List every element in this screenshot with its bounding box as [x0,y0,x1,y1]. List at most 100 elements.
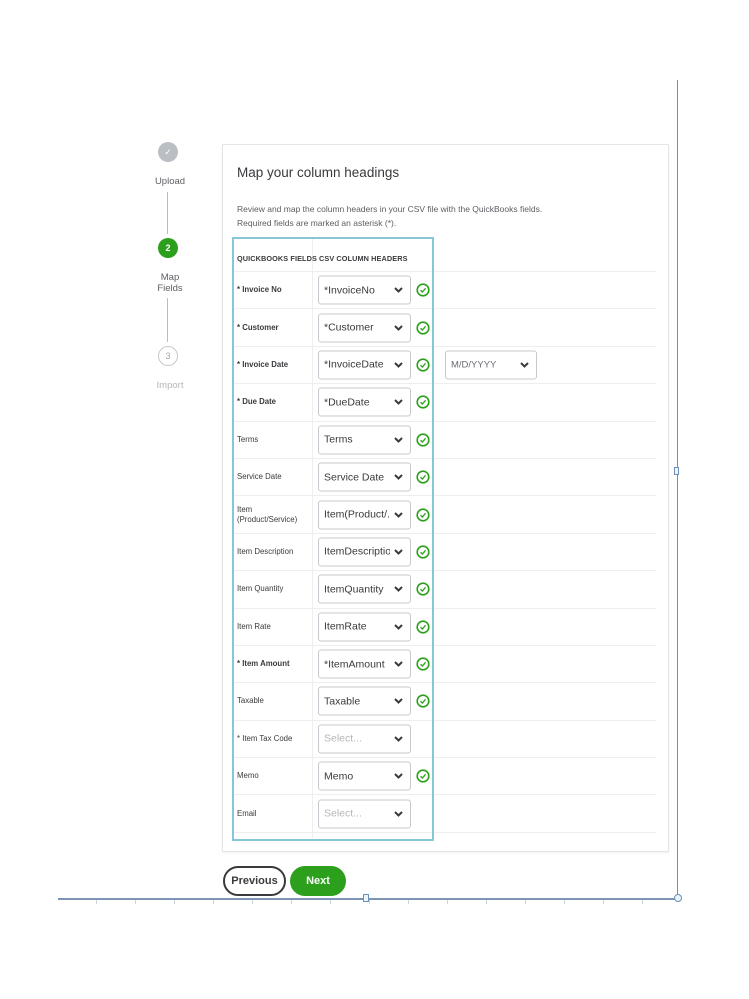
select-value: *Customer [324,321,374,334]
csv-column-select[interactable]: Taxable [318,686,411,716]
check-circle-icon [416,395,430,409]
select-value: *InvoiceNo [324,284,375,297]
previous-button[interactable]: Previous [223,866,286,896]
table-row: Taxable Taxable [234,683,656,721]
table-row: Item Description ItemDescription [234,534,656,572]
check-circle-icon [416,657,430,671]
chevron-down-icon [390,399,406,406]
quickbooks-field-label: * Due Date [237,397,276,407]
csv-column-select[interactable]: Terms [318,425,411,455]
select-value: Terms [324,433,353,446]
chevron-down-icon [390,810,406,817]
csv-column-select[interactable]: ItemQuantity [318,574,411,604]
table-header: QUICKBOOKS FIELDS CSV COLUMN HEADERS [234,238,656,272]
select-value: ItemRate [324,620,367,633]
chevron-down-icon [390,773,406,780]
select-value: *ItemAmount [324,658,385,671]
table-row: Terms Terms [234,422,656,459]
table-row: * Item Amount *ItemAmount [234,646,656,684]
next-button[interactable]: Next [290,866,346,896]
check-circle-icon [416,769,430,783]
quickbooks-field-label: Item Rate [237,621,271,631]
ruler-tick [369,900,370,904]
date-format-select[interactable]: M/D/YYYY [445,350,537,380]
ruler-tick [642,900,643,904]
chevron-down-icon [390,548,406,555]
csv-column-select[interactable]: *Customer [318,313,411,343]
quickbooks-field-label: Service Date [237,472,282,482]
csv-column-select[interactable]: *DueDate [318,387,411,417]
csv-column-select[interactable]: ItemRate [318,612,411,642]
select-value: Select... [324,807,362,820]
select-value: ItemDescription [324,545,390,558]
chevron-down-icon [390,698,406,705]
table-row: Email Select... [234,795,656,833]
resize-handle-corner[interactable] [674,894,682,902]
ruler-tick [564,900,565,904]
date-format-value: M/D/YYYY [451,359,497,371]
chevron-down-icon [390,661,406,668]
description-line: Review and map the column headers in you… [237,204,543,214]
chevron-down-icon [390,474,406,481]
ruler-tick [291,900,292,904]
quickbooks-field-label: Memo [237,771,259,781]
header-quickbooks-fields: QUICKBOOKS FIELDS [237,254,317,263]
csv-column-select[interactable]: Select... [318,799,411,829]
chevron-down-icon [390,287,406,294]
header-csv-column-headers: CSV COLUMN HEADERS [319,254,408,263]
ruler-tick [486,900,487,904]
quickbooks-field-label: * Customer [237,322,279,332]
quickbooks-field-label: Taxable [237,696,264,706]
mapping-table: QUICKBOOKS FIELDS CSV COLUMN HEADERS * I… [234,238,656,838]
check-circle-icon [416,507,430,522]
table-row: Item Quantity ItemQuantity [234,571,656,609]
quickbooks-field-label: Item Quantity [237,584,284,594]
ruler-tick [603,900,604,904]
ruler-tick [252,900,253,904]
check-circle-icon [416,620,430,634]
check-circle-icon [416,320,430,335]
description-line: Required fields are marked an asterisk (… [237,218,397,228]
quickbooks-field-label: * Invoice No [237,285,282,295]
select-value: *DueDate [324,396,370,409]
step-map-fields-label: Map Fields [157,272,183,294]
step-connector [167,298,168,342]
step-upload-label: Upload [154,176,186,187]
csv-column-select[interactable]: Service Date [318,462,411,492]
resize-handle-bottom[interactable] [363,894,369,902]
table-row: * Invoice Date *InvoiceDate M/D/YYYY [234,347,656,385]
chevron-down-icon [390,324,406,331]
quickbooks-field-label: Email [237,808,257,818]
step-connector [167,192,168,234]
select-value: ItemQuantity [324,583,384,596]
table-row: Item Rate ItemRate [234,609,656,646]
ruler-tick [96,900,97,904]
table-row: * Customer *Customer [234,309,656,347]
check-circle-icon [416,470,430,484]
ruler-tick [213,900,214,904]
quickbooks-field-label: Terms [237,434,259,444]
csv-column-select[interactable]: *InvoiceDate [318,350,411,380]
page-title: Map your column headings [237,165,400,180]
ruler-tick [525,900,526,904]
resize-handle-right[interactable] [674,467,679,475]
table-row: * Invoice No *InvoiceNo [234,272,656,310]
quickbooks-field-label: Item (Product/Service) [237,504,298,524]
chevron-down-icon [390,586,406,593]
chevron-down-icon [390,361,406,368]
csv-column-select[interactable]: Select... [318,724,411,754]
quickbooks-field-label: Item Description [237,546,294,556]
csv-column-select[interactable]: ItemDescription [318,537,411,567]
csv-column-select[interactable]: Item(Product/... [318,500,411,530]
check-circle-icon [416,582,430,596]
step-map-fields-number: 2 [158,238,178,258]
ruler-tick [174,900,175,904]
csv-column-select[interactable]: Memo [318,761,411,791]
quickbooks-field-label: * Invoice Date [237,359,289,369]
select-value: Taxable [324,695,361,708]
select-value: Item(Product/... [324,508,390,521]
ruler-tick [135,900,136,904]
csv-column-select[interactable]: *ItemAmount [318,649,411,679]
check-circle-icon [416,545,430,559]
csv-column-select[interactable]: *InvoiceNo [318,275,411,305]
